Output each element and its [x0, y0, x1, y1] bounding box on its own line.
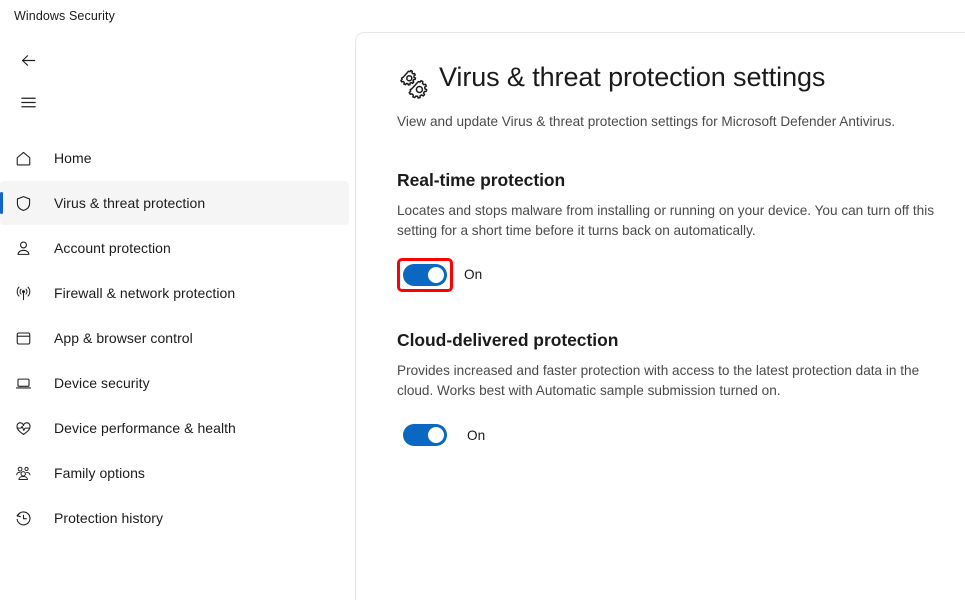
- sidebar-item-app-browser-control[interactable]: App & browser control: [0, 316, 349, 360]
- gears-icon: [397, 67, 431, 101]
- sidebar-item-label: Account protection: [54, 240, 171, 256]
- toggle-row: On: [397, 418, 943, 452]
- home-icon: [14, 146, 42, 170]
- history-clock-icon: [14, 506, 42, 530]
- back-arrow-icon: [21, 54, 35, 66]
- windows-security-app: Windows Security Home Virus & threat pro…: [0, 0, 965, 600]
- highlight-box: [397, 257, 453, 292]
- window-title: Windows Security: [14, 9, 115, 23]
- section-title: Real-time protection: [397, 169, 566, 190]
- wireless-icon: [14, 281, 42, 305]
- sidebar-item-label: Virus & threat protection: [54, 195, 206, 211]
- sidebar-nav-list: Home Virus & threat protection Account p…: [0, 136, 355, 540]
- back-button[interactable]: [8, 42, 48, 78]
- toggle-knob: [428, 266, 444, 283]
- sidebar: Home Virus & threat protection Account p…: [0, 32, 355, 600]
- sidebar-item-virus-threat-protection[interactable]: Virus & threat protection: [0, 181, 349, 225]
- heart-pulse-icon: [14, 416, 42, 440]
- sidebar-item-label: Protection history: [54, 510, 164, 526]
- section-description: Locates and stops malware from installin…: [397, 202, 935, 238]
- hamburger-menu-icon: [20, 97, 36, 107]
- sidebar-item-firewall-network-protection[interactable]: Firewall & network protection: [0, 271, 349, 315]
- sidebar-item-protection-history[interactable]: Protection history: [0, 496, 349, 540]
- sidebar-item-label: Family options: [54, 465, 145, 481]
- sidebar-item-device-security[interactable]: Device security: [0, 361, 349, 405]
- sidebar-item-label: Firewall & network protection: [54, 285, 236, 301]
- title-bar: Windows Security: [0, 0, 965, 32]
- laptop-icon: [14, 371, 42, 395]
- sidebar-item-label: Device performance & health: [54, 420, 236, 436]
- page-subtitle: View and update Virus & threat protectio…: [397, 114, 896, 129]
- cloud-delivered-protection-toggle[interactable]: [403, 424, 447, 447]
- person-icon: [14, 236, 42, 260]
- content-panel: Virus & threat protection settings View …: [355, 32, 965, 600]
- section-real-time-protection: Real-time protection Locates and stops m…: [397, 170, 943, 292]
- sidebar-item-family-options[interactable]: Family options: [0, 451, 349, 495]
- sidebar-item-home[interactable]: Home: [0, 136, 349, 180]
- sidebar-item-label: Device security: [54, 375, 150, 391]
- sidebar-item-label: Home: [54, 150, 92, 166]
- toggle-state-label: On: [464, 267, 483, 283]
- toggle-row: On: [397, 257, 943, 292]
- toggle-container: [397, 418, 453, 452]
- page-title: Virus & threat protection settings: [439, 62, 826, 92]
- sidebar-item-account-protection[interactable]: Account protection: [0, 226, 349, 270]
- sidebar-item-device-performance-health[interactable]: Device performance & health: [0, 406, 349, 450]
- menu-button[interactable]: [8, 84, 48, 120]
- sidebar-item-label: App & browser control: [54, 330, 193, 346]
- shield-icon: [14, 191, 42, 215]
- section-description: Provides increased and faster protection…: [397, 362, 920, 399]
- window-icon: [14, 326, 42, 350]
- real-time-protection-toggle[interactable]: [403, 263, 447, 286]
- toggle-knob: [428, 427, 444, 444]
- toggle-state-label: On: [467, 427, 486, 443]
- section-title: Cloud-delivered protection: [397, 329, 619, 350]
- section-cloud-delivered-protection: Cloud-delivered protection Provides incr…: [397, 330, 943, 452]
- page-header: Virus & threat protection settings: [397, 61, 943, 101]
- people-icon: [14, 461, 42, 485]
